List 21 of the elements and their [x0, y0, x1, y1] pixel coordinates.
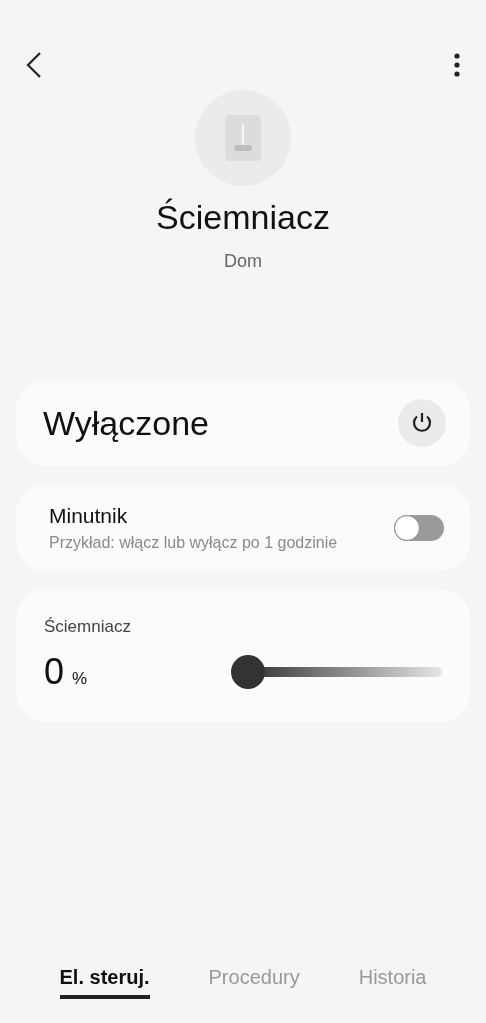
slider-thumb[interactable] [231, 655, 265, 689]
timer-description: Przykład: włącz lub wyłącz po 1 godzinie [49, 533, 338, 552]
tab[interactable]: Historia [358, 962, 427, 999]
dimmer-switch-icon [225, 115, 261, 161]
power-button[interactable] [398, 399, 446, 447]
device-name: Ściemniacz [156, 198, 330, 237]
timer-toggle[interactable] [394, 514, 444, 541]
power-icon [410, 411, 434, 435]
tab[interactable]: El. steruj. [59, 962, 150, 999]
dimmer-unit: % [72, 669, 88, 689]
back-icon [26, 52, 42, 78]
back-button[interactable] [26, 52, 42, 78]
more-options-button[interactable] [454, 53, 460, 77]
more-options-icon [454, 53, 460, 77]
dimmer-value: 0 [44, 651, 65, 693]
timer-title: Minutnik [49, 503, 129, 528]
device-location: Dom [224, 251, 262, 272]
dimmer-label: Ściemniacz [44, 617, 132, 637]
brightness-slider[interactable] [231, 655, 442, 689]
power-status: Wyłączone [43, 403, 209, 443]
tab[interactable]: Procedury [208, 962, 300, 999]
